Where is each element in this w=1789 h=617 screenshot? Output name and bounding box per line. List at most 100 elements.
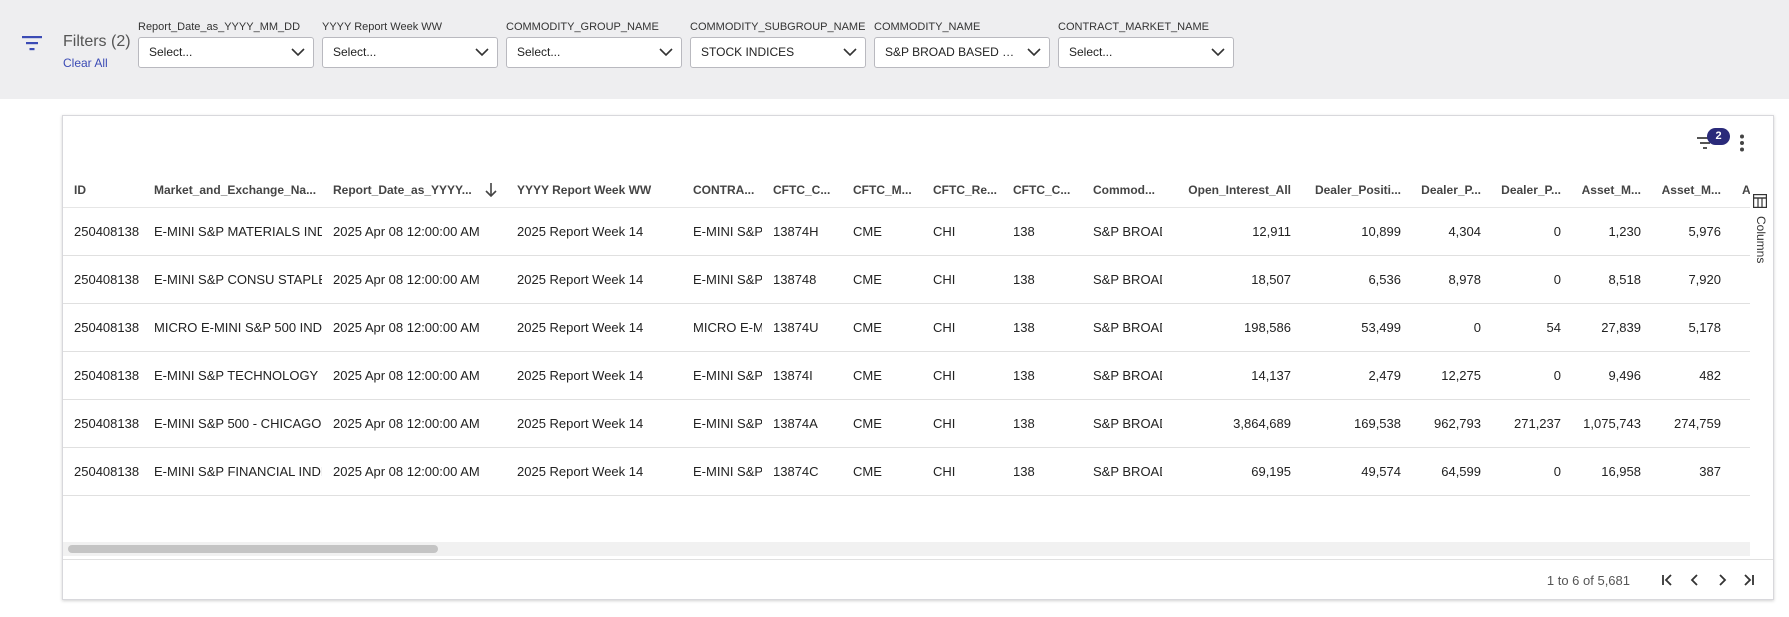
chevron-down-icon [1027, 48, 1041, 57]
filter-select-value: STOCK INDICES [701, 45, 795, 59]
table-cell [1731, 448, 1750, 496]
filter-group-4: COMMODITY_SUBGROUP_NAME STOCK INDICES [690, 20, 866, 68]
filter-select[interactable]: Select... [322, 37, 498, 68]
filter-select-value: S&P BROAD BASED STO... [885, 45, 1021, 59]
more-vertical-icon[interactable] [1739, 134, 1745, 152]
column-header[interactable]: CONTRA... [682, 172, 762, 207]
filter-bar: Filters (2) Clear All Report_Date_as_YYY… [0, 0, 1789, 99]
table-cell: 1,230 [1608, 224, 1641, 239]
horizontal-scrollbar-thumb[interactable] [68, 545, 438, 553]
table-cell [1731, 256, 1750, 304]
table-cell [1731, 400, 1750, 448]
table-cell: E-MINI S&P [693, 368, 762, 383]
column-header-label: CONTRA... [693, 183, 755, 197]
table-cell: S&P BROAD [1093, 368, 1162, 383]
column-header[interactable]: Dealer_P... [1491, 172, 1571, 207]
columns-side-tab[interactable]: Columns [1749, 192, 1773, 292]
table-row[interactable]: 250408138 MICRO E-MINI S&P 500 INDEX 2025 … [63, 304, 1750, 352]
table-cell: 2025 Apr 08 12:00:00 AM [333, 320, 480, 335]
table-cell: 169,538 [1354, 416, 1401, 431]
column-header[interactable]: Market_and_Exchange_Na... [143, 172, 322, 207]
column-header-label: Asset_M... [1661, 183, 1721, 197]
table-row[interactable]: 250408138 E-MINI S&P TECHNOLOGY INDEX 2025… [63, 352, 1750, 400]
table-cell: 54 [1546, 320, 1561, 335]
table-cell: 14,137 [1251, 368, 1291, 383]
table-cell: 4,304 [1448, 224, 1481, 239]
filter-lines-icon[interactable] [21, 33, 43, 53]
table-cell: S&P BROAD [1093, 416, 1162, 431]
pagination-bar: 1 to 6 of 5,681 [63, 559, 1773, 599]
table-row[interactable]: 250408138 E-MINI S&P FINANCIAL INDEX 2025 … [63, 448, 1750, 496]
table-cell: 8,978 [1448, 272, 1481, 287]
first-page-icon[interactable] [1658, 571, 1676, 589]
filter-select[interactable]: S&P BROAD BASED STO... [874, 37, 1050, 68]
table-cell: 198,586 [1244, 320, 1291, 335]
table-cell: 138 [1013, 368, 1035, 383]
filter-group-1: Report_Date_as_YYYY_MM_DD Select... [138, 20, 314, 68]
filter-label: COMMODITY_NAME [874, 21, 981, 33]
table-cell: S&P BROAD [1093, 464, 1162, 479]
column-header[interactable]: A [1731, 172, 1750, 207]
filter-group-5: COMMODITY_NAME S&P BROAD BASED STO... [874, 20, 1050, 68]
grid-header: ID Market_and_Exchange_Na... Report_Date_a… [63, 172, 1750, 208]
horizontal-scrollbar[interactable] [63, 542, 1750, 556]
table-cell: 250408138 [74, 224, 140, 239]
column-header[interactable]: Dealer_P... [1411, 172, 1491, 207]
table-cell: CHI [933, 464, 956, 479]
column-header[interactable]: CFTC_M... [842, 172, 922, 207]
table-cell: 387 [1699, 464, 1721, 479]
column-header-label: ID [74, 183, 86, 197]
table-cell: 2025 Apr 08 12:00:00 AM [333, 464, 480, 479]
filter-select[interactable]: Select... [506, 37, 682, 68]
filter-label: YYYY Report Week WW [322, 21, 443, 33]
column-header[interactable]: Report_Date_as_YYYY... [322, 172, 506, 207]
table-cell: CME [853, 320, 882, 335]
table-cell: 250408138 [74, 368, 140, 383]
filter-select-value: Select... [517, 45, 561, 59]
column-header-label: CFTC_C... [773, 183, 831, 197]
table-cell: E-MINI S&P [693, 416, 762, 431]
table-cell [1731, 352, 1750, 400]
table-cell: 2025 Report Week 14 [517, 464, 644, 479]
column-header[interactable]: Asset_M... [1651, 172, 1731, 207]
filter-select[interactable]: Select... [1058, 37, 1234, 68]
column-header[interactable]: Open_Interest_All [1162, 172, 1301, 207]
filter-select-value: Select... [1069, 45, 1113, 59]
table-cell: 250408138 [74, 320, 140, 335]
filter-select[interactable]: Select... [138, 37, 314, 68]
column-header[interactable]: CFTC_Re... [922, 172, 1002, 207]
column-header[interactable]: Commod... [1082, 172, 1162, 207]
column-header[interactable]: CFTC_C... [1002, 172, 1082, 207]
table-cell: 0 [1553, 224, 1561, 239]
table-cell: E-MINI S&P 500 - CHICAGO MERCANTILE [154, 416, 322, 431]
previous-page-icon[interactable] [1686, 571, 1704, 589]
filter-select-value: Select... [149, 45, 193, 59]
filter-group-3: COMMODITY_GROUP_NAME Select... [506, 20, 682, 68]
table-row[interactable]: 250408138 E-MINI S&P MATERIALS INDEX 2025 … [63, 212, 1750, 256]
table-cell: 13874C [773, 464, 819, 479]
table-cell: 69,195 [1251, 464, 1291, 479]
table-cell [1731, 304, 1750, 352]
table-cell: 138 [1013, 464, 1035, 479]
active-filter-count-badge: 2 [1707, 128, 1730, 145]
chevron-down-icon [843, 48, 857, 57]
column-header[interactable]: ID [63, 172, 143, 207]
column-header[interactable]: Dealer_Positi... [1301, 172, 1411, 207]
column-header-label: Commod... [1093, 183, 1155, 197]
table-row[interactable]: 250408138 E-MINI S&P CONSU STAPLES 2025 Ap… [63, 256, 1750, 304]
column-header-label: CFTC_C... [1013, 183, 1071, 197]
table-cell: CHI [933, 320, 956, 335]
table-cell: CME [853, 272, 882, 287]
table-cell: 2,479 [1368, 368, 1401, 383]
table-cell: 49,574 [1361, 464, 1401, 479]
table-cell: 9,496 [1608, 368, 1641, 383]
table-cell: E-MINI S&P MATERIALS INDEX [154, 224, 322, 239]
column-header[interactable]: YYYY Report Week WW [506, 172, 682, 207]
column-header[interactable]: CFTC_C... [762, 172, 842, 207]
clear-all-link[interactable]: Clear All [63, 56, 108, 70]
column-header[interactable]: Asset_M... [1571, 172, 1651, 207]
last-page-icon[interactable] [1740, 571, 1758, 589]
next-page-icon[interactable] [1713, 571, 1731, 589]
table-row[interactable]: 250408138 E-MINI S&P 500 - CHICAGO MERCAN… [63, 400, 1750, 448]
filter-select[interactable]: STOCK INDICES [690, 37, 866, 68]
